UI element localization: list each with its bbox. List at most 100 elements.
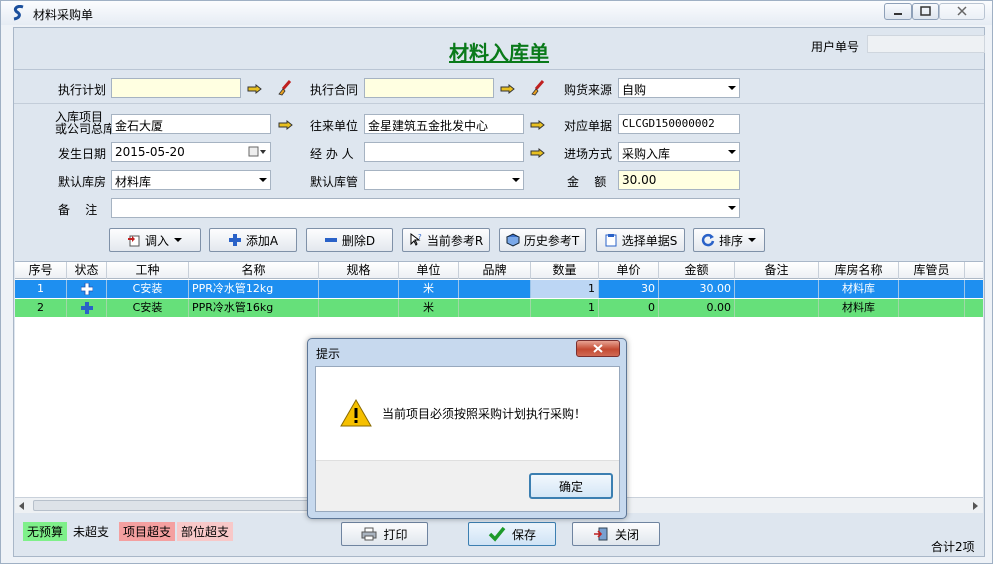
chevron-down-icon xyxy=(728,86,736,90)
cell-name: PPR冷水管12kg xyxy=(189,280,319,298)
warning-icon xyxy=(340,399,372,427)
import-button[interactable]: 调入 xyxy=(109,228,201,252)
table-header: 序号 状态 工种 名称 规格 单位 品牌 数量 单价 金额 备注 库房名称 库管… xyxy=(15,262,983,279)
delete-button[interactable]: 删除D xyxy=(306,228,393,252)
dialog-footer: 确定 xyxy=(316,460,619,511)
exec-contract-field[interactable] xyxy=(364,78,494,98)
user-no-field[interactable] xyxy=(867,35,985,53)
col-header[interactable]: 备注 xyxy=(735,262,819,279)
history-ref-label: 历史参考T xyxy=(523,233,580,248)
close-icon xyxy=(593,344,603,353)
date-value: 2015-05-20 xyxy=(115,145,185,159)
handler-field[interactable] xyxy=(364,142,524,162)
col-header[interactable]: 品牌 xyxy=(459,262,531,279)
chevron-down-icon xyxy=(728,150,736,154)
history-ref-button[interactable]: 历史参考T xyxy=(499,228,586,252)
book-icon xyxy=(505,233,520,247)
pick-hand-icon[interactable] xyxy=(278,119,294,131)
table-row[interactable]: 2 C安装 PPR冷水管16kg 米 1 0 0.00 材料库 xyxy=(15,299,983,317)
col-header[interactable]: 库房名称 xyxy=(819,262,899,279)
remark-select[interactable] xyxy=(111,198,740,218)
total-count: 合计2项 xyxy=(931,540,975,554)
save-button[interactable]: 保存 xyxy=(468,522,556,546)
cell-price: 30 xyxy=(599,280,659,298)
arrow-right-icon[interactable] xyxy=(971,502,979,510)
arrow-left-icon[interactable] xyxy=(18,502,26,510)
dialog-title: 提示 xyxy=(316,347,341,361)
chevron-down-icon xyxy=(174,238,182,242)
col-header[interactable]: 序号 xyxy=(15,262,67,279)
pick-hand-icon[interactable] xyxy=(247,83,263,95)
current-ref-button[interactable]: ? 当前参考R xyxy=(402,228,490,252)
minimize-button[interactable] xyxy=(884,3,912,20)
table-row[interactable]: 1 C安装 PPR冷水管12kg 米 1 30 30.00 材料库 xyxy=(15,280,983,298)
cell-keeper xyxy=(899,299,965,317)
print-button[interactable]: 打印 xyxy=(341,522,428,546)
calendar-icon[interactable] xyxy=(248,146,266,158)
select-doc-button[interactable]: 选择单据S xyxy=(596,228,685,252)
title-bar[interactable]: 材料采购单 xyxy=(1,1,992,25)
cell-qty[interactable]: 1 xyxy=(531,299,599,317)
current-ref-label: 当前参考R xyxy=(426,233,484,248)
dialog-message: 当前项目必须按照采购计划执行采购！ xyxy=(382,407,587,421)
pick-hand-icon[interactable] xyxy=(530,119,546,131)
supplier-label: 往来单位 xyxy=(310,119,359,133)
entry-mode-select[interactable]: 采购入库 xyxy=(618,142,740,162)
col-header[interactable]: 工种 xyxy=(107,262,189,279)
project-label-line2: 或公司总库 xyxy=(55,122,116,136)
pick-hand-icon[interactable] xyxy=(500,83,516,95)
warehouse-select[interactable]: 材料库 xyxy=(111,170,271,190)
col-header[interactable]: 单价 xyxy=(599,262,659,279)
purchase-source-select[interactable]: 自购 xyxy=(618,78,740,98)
exit-door-icon xyxy=(593,527,608,541)
cell-status xyxy=(67,280,107,298)
alert-dialog: 提示 当前项目必须按照采购计划执行采购！ 确定 xyxy=(307,338,627,519)
maximize-button[interactable] xyxy=(912,3,939,20)
header-band: 材料入库单 用户单号 xyxy=(14,28,985,70)
exec-plan-label: 执行计划 xyxy=(58,83,107,97)
refresh-icon xyxy=(701,233,715,247)
select-doc-label: 选择单据S xyxy=(621,233,678,248)
supplier-field[interactable]: 金星建筑五金批发中心 xyxy=(364,114,524,134)
date-picker[interactable]: 2015-05-20 xyxy=(111,142,271,162)
project-field[interactable]: 金石大厦 xyxy=(111,114,271,134)
cell-brand xyxy=(459,280,531,298)
sort-button[interactable]: 排序 xyxy=(693,228,765,252)
add-button[interactable]: 添加A xyxy=(209,228,297,252)
cell-spec xyxy=(319,299,399,317)
minimize-icon xyxy=(894,13,902,15)
col-header[interactable]: 规格 xyxy=(319,262,399,279)
clear-brush-icon[interactable] xyxy=(529,79,547,97)
sort-label: 排序 xyxy=(718,233,743,248)
amount-field[interactable]: 30.00 xyxy=(618,170,740,190)
ref-doc-field[interactable]: CLCGD150000002 xyxy=(618,114,740,134)
cell-remark xyxy=(735,280,819,298)
close-label: 关闭 xyxy=(614,527,639,542)
checkmark-icon xyxy=(488,526,506,542)
chevron-down-icon xyxy=(728,206,736,210)
close-window-button[interactable] xyxy=(939,3,985,20)
cell-no: 2 xyxy=(15,299,67,317)
ref-doc-label: 对应单据 xyxy=(564,119,613,133)
col-header[interactable]: 状态 xyxy=(67,262,107,279)
cell-unit: 米 xyxy=(399,280,459,298)
exec-plan-field[interactable] xyxy=(111,78,241,98)
dialog-body: 当前项目必须按照采购计划执行采购！ 确定 xyxy=(315,366,620,512)
dialog-close-button[interactable] xyxy=(576,340,620,357)
close-icon xyxy=(957,6,967,16)
document-icon xyxy=(605,234,617,247)
col-header[interactable]: 数量 xyxy=(531,262,599,279)
close-button[interactable]: 关闭 xyxy=(572,522,660,546)
ok-button[interactable]: 确定 xyxy=(529,473,613,499)
cell-qty[interactable]: 1 xyxy=(531,280,599,298)
col-header[interactable]: 库管员 xyxy=(899,262,965,279)
keeper-select[interactable] xyxy=(364,170,524,190)
window-title: 材料采购单 xyxy=(33,8,94,22)
col-header[interactable]: 金额 xyxy=(659,262,735,279)
col-header[interactable]: 单位 xyxy=(399,262,459,279)
scroll-thumb[interactable] xyxy=(33,500,333,511)
pick-hand-icon[interactable] xyxy=(530,147,546,159)
clear-brush-icon[interactable] xyxy=(276,79,294,97)
legend-project-over: 项目超支 xyxy=(119,522,176,541)
col-header[interactable]: 名称 xyxy=(189,262,319,279)
